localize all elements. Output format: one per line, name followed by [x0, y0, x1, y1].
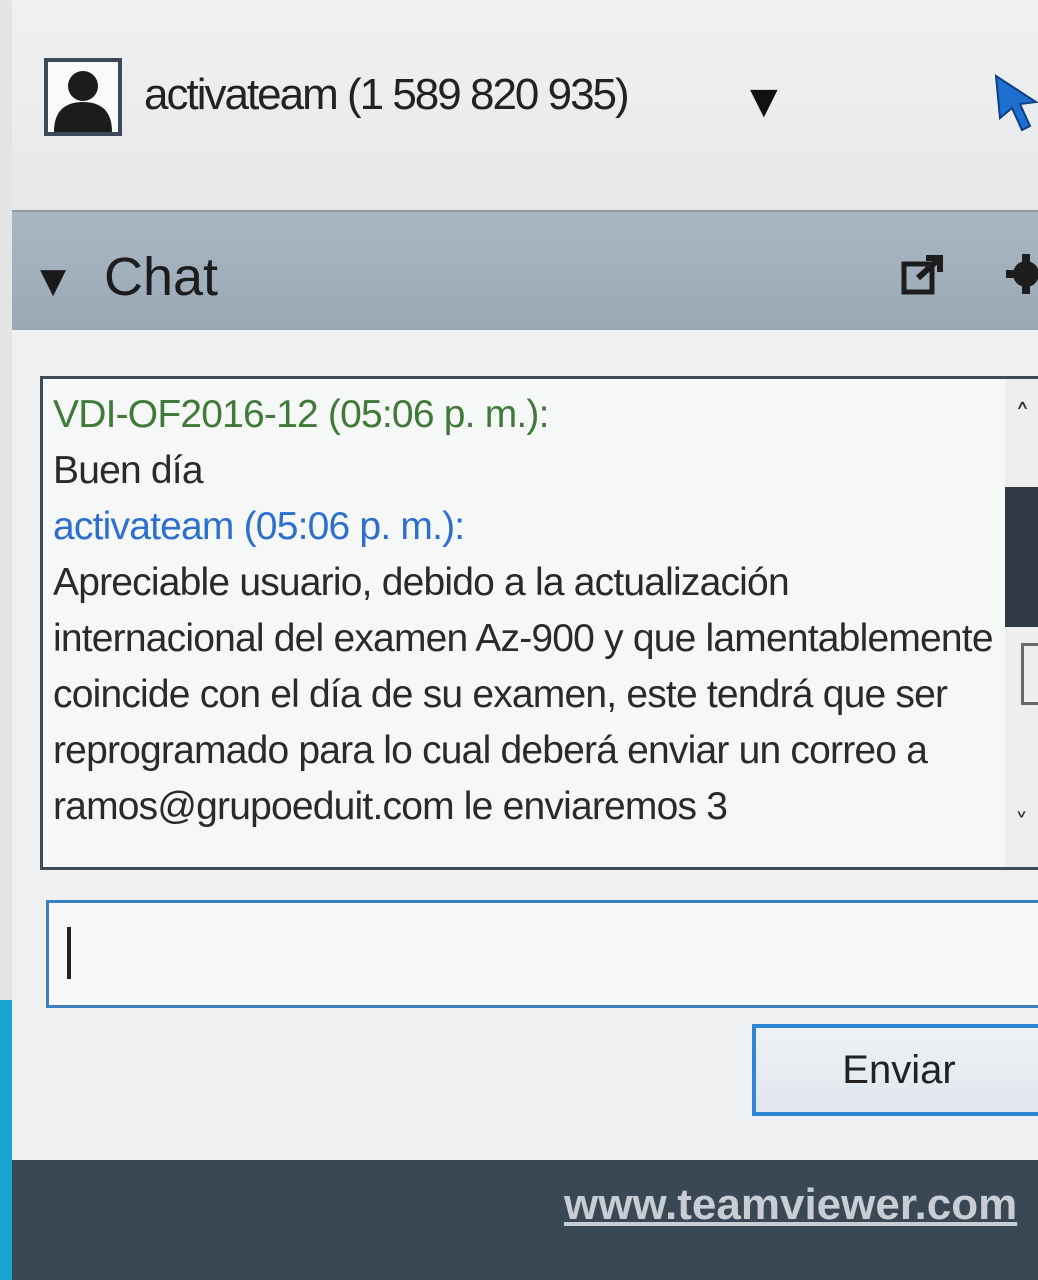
chat-header[interactable]: ▼ Chat [12, 210, 1038, 332]
message-text: Apreciable usuario, debido a la actualiz… [53, 561, 994, 828]
message-input[interactable] [46, 900, 1038, 1008]
footer-bar: www.teamviewer.com [12, 1160, 1038, 1280]
scroll-thumb[interactable] [1005, 487, 1038, 627]
text-cursor-marker [1021, 643, 1038, 705]
send-button[interactable]: Enviar [752, 1024, 1038, 1116]
message-text: Buen día [53, 449, 204, 492]
scroll-up-icon[interactable]: ˄ [1015, 399, 1030, 434]
account-name[interactable]: activateam (1 589 820 935) [144, 70, 630, 120]
teamviewer-panel: activateam (1 589 820 935) ▼ ▼ Chat VDI-… [12, 0, 1038, 1280]
account-bar: activateam (1 589 820 935) ▼ [12, 0, 1038, 210]
collapse-caret-icon[interactable]: ▼ [40, 264, 66, 298]
message-sender: activateam (05:06 p. m.): [53, 505, 465, 548]
message-sender: VDI-OF2016-12 (05:06 p. m.): [53, 393, 549, 436]
popout-icon[interactable] [900, 252, 946, 302]
message-list: VDI-OF2016-12 (05:06 p. m.): Buen día ac… [53, 387, 997, 835]
user-avatar-icon [44, 58, 122, 136]
account-dropdown-icon[interactable]: ▼ [750, 84, 778, 120]
scroll-down-icon[interactable]: ˅ [1015, 809, 1028, 839]
chat-body: VDI-OF2016-12 (05:06 p. m.): Buen día ac… [12, 330, 1038, 1160]
gear-icon[interactable] [1000, 250, 1038, 302]
teamviewer-link[interactable]: www.teamviewer.com [564, 1180, 1017, 1230]
text-caret [67, 927, 71, 979]
chat-history[interactable]: VDI-OF2016-12 (05:06 p. m.): Buen día ac… [40, 376, 1038, 870]
mouse-cursor-icon [992, 72, 1038, 136]
history-scrollbar[interactable]: ˄ ˅ [1005, 379, 1038, 867]
chat-title: Chat [104, 247, 219, 307]
